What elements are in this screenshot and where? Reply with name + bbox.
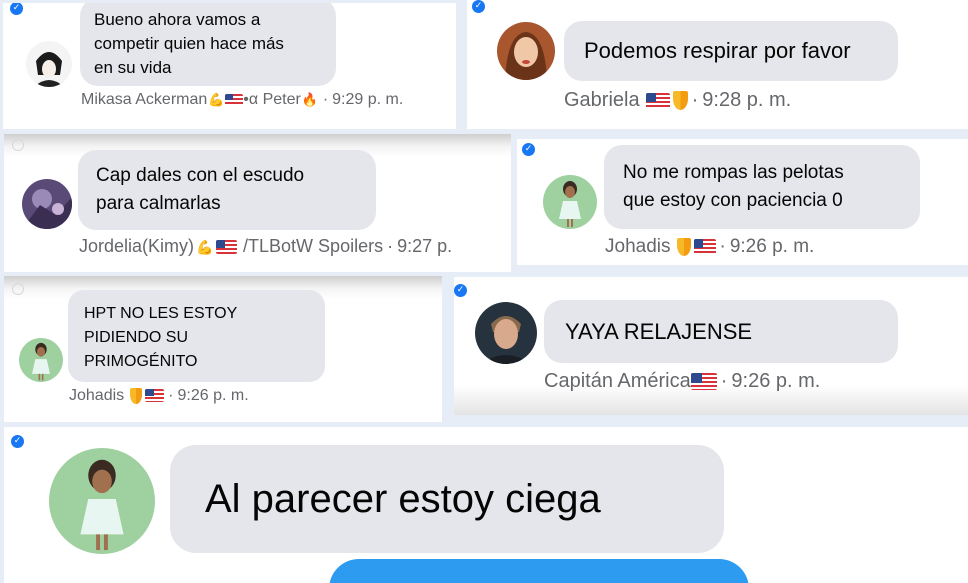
author-suffix: •α Peter [243, 91, 301, 108]
message-meta: Gabriela · 9:28 p. m. [564, 89, 791, 112]
avatar[interactable] [22, 179, 72, 229]
message-panel-capitan-america[interactable]: ✓ YAYA RELAJENSE Capitán América · 9:26 p.… [454, 277, 968, 415]
author-name[interactable]: Johadis [605, 236, 671, 257]
message-meta: Capitán América · 9:26 p. m. [544, 370, 820, 393]
separator-dot: · [691, 89, 699, 111]
timestamp: 9:26 p. m. [729, 236, 815, 257]
separator-dot: · [719, 236, 726, 257]
flexed-biceps-emoji-icon: 💪 [208, 92, 225, 108]
author-name[interactable]: Capitán América [544, 370, 691, 392]
timestamp: 9:26 p. m. [177, 387, 249, 404]
message-meta: Johadis · 9:26 p. m. [69, 387, 249, 405]
message-bubble: HPT NO LES ESTOY PIDIENDO SU PRIMOGÉNITO [68, 290, 325, 382]
selected-check-icon[interactable]: ✓ [454, 284, 467, 297]
avatar[interactable] [26, 41, 72, 87]
avatar[interactable] [543, 175, 597, 229]
message-panel-johadis-1[interactable]: ✓ No me rompas las pelotas que estoy con… [517, 139, 968, 265]
next-message-bubble [329, 559, 749, 583]
avatar[interactable] [49, 448, 155, 554]
shield-icon [672, 91, 688, 111]
selected-check-icon[interactable]: ✓ [11, 435, 24, 448]
author-name[interactable]: Mikasa Ackerman [81, 91, 207, 108]
message-panel-johadis-2[interactable]: HPT NO LES ESTOY PIDIENDO SU PRIMOGÉNITO… [4, 276, 442, 422]
timestamp: 9:29 p. m. [332, 91, 404, 108]
author-name[interactable]: Johadis [69, 387, 124, 404]
message-bubble: Cap dales con el escudo para calmarlas [78, 150, 376, 230]
avatar[interactable] [19, 338, 63, 382]
fire-emoji-icon: 🔥 [301, 92, 318, 108]
selected-check-icon[interactable]: ✓ [10, 3, 23, 15]
message-panel-gabriela[interactable]: ✓ Podemos respirar por favor Gabriela · 9:… [467, 0, 968, 129]
shield-icon [130, 387, 143, 404]
timestamp: 9:27 p. [397, 236, 453, 256]
author-name[interactable]: Gabriela [564, 89, 640, 111]
us-flag-icon [645, 92, 670, 109]
avatar[interactable] [497, 22, 555, 80]
message-bubble: Bueno ahora vamos a competir quien hace … [80, 3, 336, 86]
separator-dot: · [168, 387, 174, 404]
avatar[interactable] [475, 302, 537, 364]
us-flag-icon [225, 93, 244, 106]
us-flag-icon [693, 239, 716, 255]
message-bubble: Podemos respirar por favor [564, 21, 898, 81]
separator-dot: · [720, 370, 728, 392]
selected-check-icon[interactable]: ✓ [522, 143, 535, 156]
separator-dot: · [322, 91, 329, 108]
us-flag-icon [690, 373, 717, 391]
message-panel-large[interactable]: ✓ Al parecer estoy ciega [4, 427, 968, 583]
message-bubble: No me rompas las pelotas que estoy con p… [604, 145, 920, 229]
author-suffix: /TLBotW Spoilers [243, 236, 384, 256]
author-name[interactable]: Jordelia(Kimy) [79, 236, 194, 256]
selection-radio[interactable] [12, 283, 24, 295]
selected-check-icon[interactable]: ✓ [472, 0, 485, 13]
timestamp: 9:26 p. m. [731, 370, 821, 392]
us-flag-icon [145, 389, 165, 403]
flexed-biceps-emoji-icon: 💪 [196, 239, 214, 256]
timestamp: 9:28 p. m. [702, 89, 792, 111]
message-panel-mikasa[interactable]: ✓ Bueno ahora vamos a competir quien hac… [3, 3, 456, 129]
shield-icon [676, 237, 691, 256]
message-bubble: YAYA RELAJENSE [544, 300, 898, 363]
message-meta: Mikasa Ackerman💪 •α Peter🔥 · 9:29 p. m. [81, 91, 403, 109]
separator-dot: · [387, 236, 394, 256]
selection-radio[interactable] [12, 139, 24, 151]
message-meta: Jordelia(Kimy) 💪 /TLBotW Spoilers · 9:27 p. [79, 236, 452, 257]
us-flag-icon [216, 240, 238, 255]
message-bubble: Al parecer estoy ciega [170, 445, 724, 553]
message-panel-jordelia[interactable]: Cap dales con el escudo para calmarlas J… [4, 134, 511, 272]
message-meta: Johadis · 9:26 p. m. [605, 236, 814, 258]
